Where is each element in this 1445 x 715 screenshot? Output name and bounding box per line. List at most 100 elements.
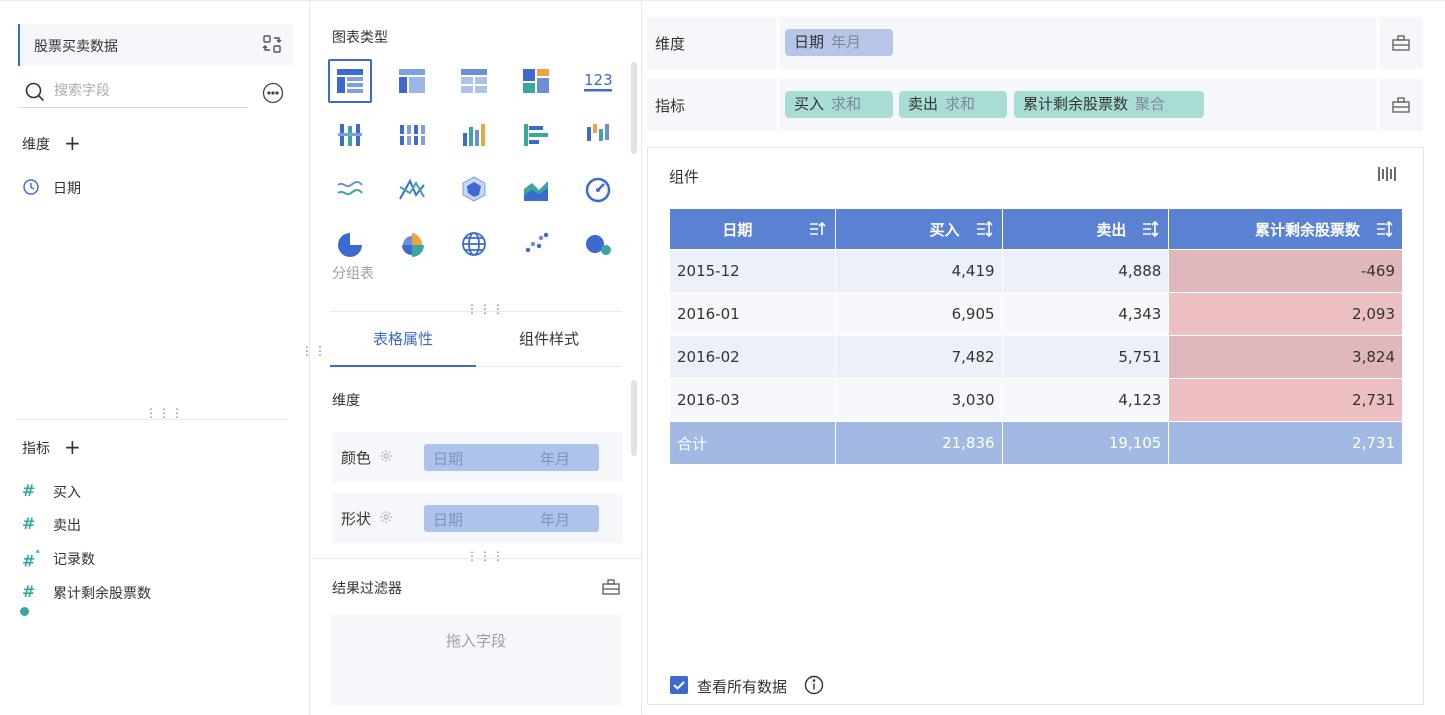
measure-chip-sell[interactable]: 卖出 求和 (899, 91, 1007, 118)
table-cell: -469 (1168, 249, 1403, 293)
measure-chip-cumulative[interactable]: 累计剩余股票数 聚合 (1014, 91, 1204, 118)
chip-aggregation: 聚合 (1135, 95, 1166, 113)
shape-field-pill[interactable]: 日期 年月 (424, 505, 599, 532)
gear-icon[interactable] (379, 510, 393, 524)
kpi-card-icon[interactable] (514, 59, 558, 103)
color-property-row: 颜色 日期 年月 (332, 432, 622, 482)
polyline-chart-icon[interactable] (390, 167, 434, 211)
range-column-icon[interactable] (576, 113, 620, 157)
sort-asc-icon[interactable] (808, 220, 826, 238)
field-label: 累计剩余股票数 (53, 586, 151, 602)
measure-shelf: 指标 买入 求和 卖出 求和 累计剩余股票数 聚合 (647, 79, 1423, 131)
field-search (18, 76, 248, 108)
column-header-label: 累计剩余股票数 (1254, 220, 1360, 239)
radar-chart-icon[interactable] (452, 167, 496, 211)
chart-type-title: 图表类型 (332, 30, 388, 46)
measure-shelf-settings-icon[interactable] (1377, 79, 1423, 131)
add-measure-icon[interactable]: + (64, 435, 81, 459)
table-cell: 6,905 (834, 292, 1003, 336)
dimensions-label: 维度 (22, 137, 50, 153)
hash-star-icon: #* (22, 549, 41, 571)
clock-icon (22, 178, 40, 196)
info-icon[interactable] (804, 675, 824, 695)
props-scrollbar[interactable] (631, 380, 637, 456)
filter-resize-handle[interactable]: ⋮⋮⋮ (466, 550, 504, 563)
dimension-chip-date[interactable]: 日期 年月 (785, 29, 893, 56)
number-indicator-icon[interactable]: 123 (576, 59, 620, 103)
props-section-title: 维度 (332, 393, 360, 409)
pie-chart-icon[interactable] (328, 221, 372, 265)
hash-calc-icon: # (20, 583, 40, 616)
column-header-sell[interactable]: 卖出 (1001, 208, 1170, 250)
chip-name: 卖出 (908, 95, 939, 113)
sort-icon[interactable] (1141, 220, 1159, 238)
scatter-chart-icon[interactable] (514, 221, 558, 265)
table-row: 2016-03 3,030 4,123 2,731 (669, 378, 1403, 422)
stacked-column-icon[interactable] (390, 113, 434, 157)
gear-icon[interactable] (379, 449, 393, 463)
gauge-chart-icon[interactable] (576, 167, 620, 211)
area-chart-icon[interactable] (514, 167, 558, 211)
grouped-table-icon[interactable] (328, 59, 372, 103)
rose-chart-icon[interactable] (390, 221, 434, 265)
chart-types-scrollbar[interactable] (631, 62, 637, 154)
column-header-cumulative[interactable]: 累计剩余股票数 (1168, 208, 1403, 250)
total-label-cell: 合计 (669, 421, 836, 465)
map-chart-icon[interactable] (452, 221, 496, 265)
more-options-icon[interactable] (262, 82, 284, 104)
switch-dataset-icon[interactable] (261, 33, 283, 55)
column-header-buy[interactable]: 买入 (834, 208, 1003, 250)
measure-chip-buy[interactable]: 买入 求和 (785, 91, 893, 118)
dimension-shelf-dropzone[interactable]: 日期 年月 (777, 17, 1375, 69)
table-cell: 4,123 (1001, 378, 1170, 422)
line-chart-icon[interactable] (328, 167, 372, 211)
chip-name: 累计剩余股票数 (1023, 95, 1129, 113)
measures-header: 指标 + (22, 435, 81, 459)
hash-icon: # (22, 481, 36, 500)
dataset-title: 股票买卖数据 (34, 39, 118, 55)
dimension-shelf-settings-icon[interactable] (1377, 17, 1423, 69)
crosstab-icon[interactable] (390, 59, 434, 103)
column-header-label: 日期 (722, 220, 753, 239)
column-chart-icon[interactable] (452, 113, 496, 157)
table-total-row: 合计 21,836 19,105 2,731 (669, 421, 1403, 465)
result-filter-title: 结果过滤器 (332, 581, 402, 597)
bar-chart-icon[interactable] (514, 113, 558, 157)
config-panel: 图表类型 123 分组表 ⋮⋮⋮ 表格属性 组件样式 维度 颜色 日期 年月 形… (310, 0, 642, 715)
measures-label: 指标 (22, 441, 50, 457)
column-width-icon[interactable] (1377, 164, 1397, 184)
dimension-shelf-label: 维度 (655, 35, 686, 53)
dataset-header[interactable]: 股票买卖数据 (18, 24, 293, 66)
bubble-chart-icon[interactable] (576, 221, 620, 265)
column-header-date[interactable]: 日期 (669, 208, 836, 250)
detail-table-icon[interactable] (452, 59, 496, 103)
table-row: 2015-12 4,419 4,888 -469 (669, 249, 1403, 293)
column-header-label: 卖出 (1096, 220, 1127, 239)
widget-title: 组件 (669, 168, 700, 186)
chip-aggregation: 年月 (831, 33, 862, 51)
data-panel: 股票买卖数据 维度 + (0, 0, 310, 715)
color-field-pill[interactable]: 日期 年月 (424, 444, 599, 471)
total-cell: 2,731 (1168, 421, 1403, 465)
add-dimension-icon[interactable]: + (64, 131, 81, 155)
measure-shelf-dropzone[interactable]: 买入 求和 卖出 求和 累计剩余股票数 聚合 (777, 79, 1375, 131)
column-header-label: 买入 (929, 220, 960, 239)
pill-granularity: 年月 (540, 511, 571, 529)
filter-dropzone[interactable]: 拖入字段 (331, 615, 621, 705)
table-row: 2016-02 7,482 5,751 3,824 (669, 335, 1403, 379)
svg-text:123: 123 (584, 71, 613, 89)
filter-settings-icon[interactable] (601, 578, 621, 596)
view-all-checkbox[interactable] (670, 676, 688, 694)
property-tabs: 表格属性 组件样式 (330, 311, 622, 367)
field-label: 卖出 (53, 518, 81, 534)
sort-icon[interactable] (975, 220, 993, 238)
sort-icon[interactable] (1375, 220, 1393, 238)
grouped-bar-icon[interactable] (328, 113, 372, 157)
field-label: 买入 (53, 485, 81, 501)
view-all-label[interactable]: 查看所有数据 (697, 676, 787, 697)
tab-table-properties[interactable]: 表格属性 (330, 312, 476, 367)
tab-component-style[interactable]: 组件样式 (476, 312, 622, 367)
table-cell: 4,419 (834, 249, 1003, 293)
search-input[interactable] (54, 80, 244, 102)
field-label: 记录数 (53, 552, 95, 568)
